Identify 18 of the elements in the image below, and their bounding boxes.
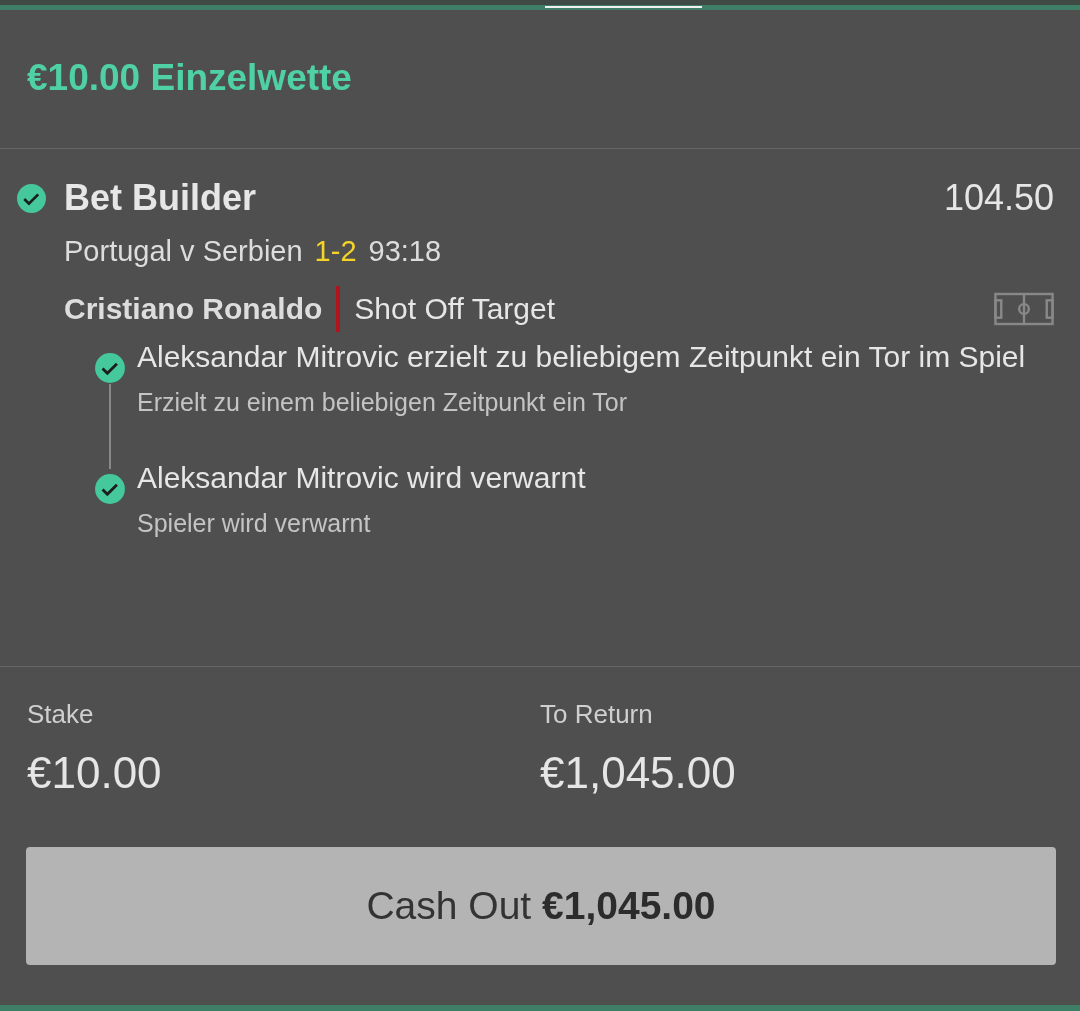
- player-name: Cristiano Ronaldo: [64, 292, 323, 326]
- match-clock: 93:18: [368, 235, 442, 268]
- bet-title: €10.00 Einzelwette: [27, 57, 352, 99]
- pitch-icon[interactable]: [994, 292, 1054, 326]
- bet-name: Bet Builder: [64, 177, 258, 219]
- match-score: 1-2: [314, 235, 357, 268]
- selection-description: Spieler wird verwarnt: [137, 509, 372, 538]
- return-label: To Return: [540, 699, 654, 730]
- bet-odds: 104.50: [943, 177, 1054, 219]
- selection-name: Aleksandar Mitrovic erzielt zu beliebigem Zeitpunkt ein Tor im Spiel: [137, 339, 1027, 375]
- stake-label: Stake: [27, 699, 95, 730]
- selection-name: Aleksandar Mitrovic wird verwarnt: [137, 460, 587, 496]
- selection-description: Erzielt zu einem beliebigen Zeitpunkt ein Tor: [137, 388, 629, 417]
- stake-value: €10.00: [27, 748, 163, 798]
- cash-out-button[interactable]: Cash Out €1,045.00: [26, 847, 1056, 965]
- return-value: €1,045.00: [540, 748, 737, 798]
- market-name: Shot Off Target: [354, 292, 557, 326]
- match-name: Portugal v Serbien: [64, 235, 303, 268]
